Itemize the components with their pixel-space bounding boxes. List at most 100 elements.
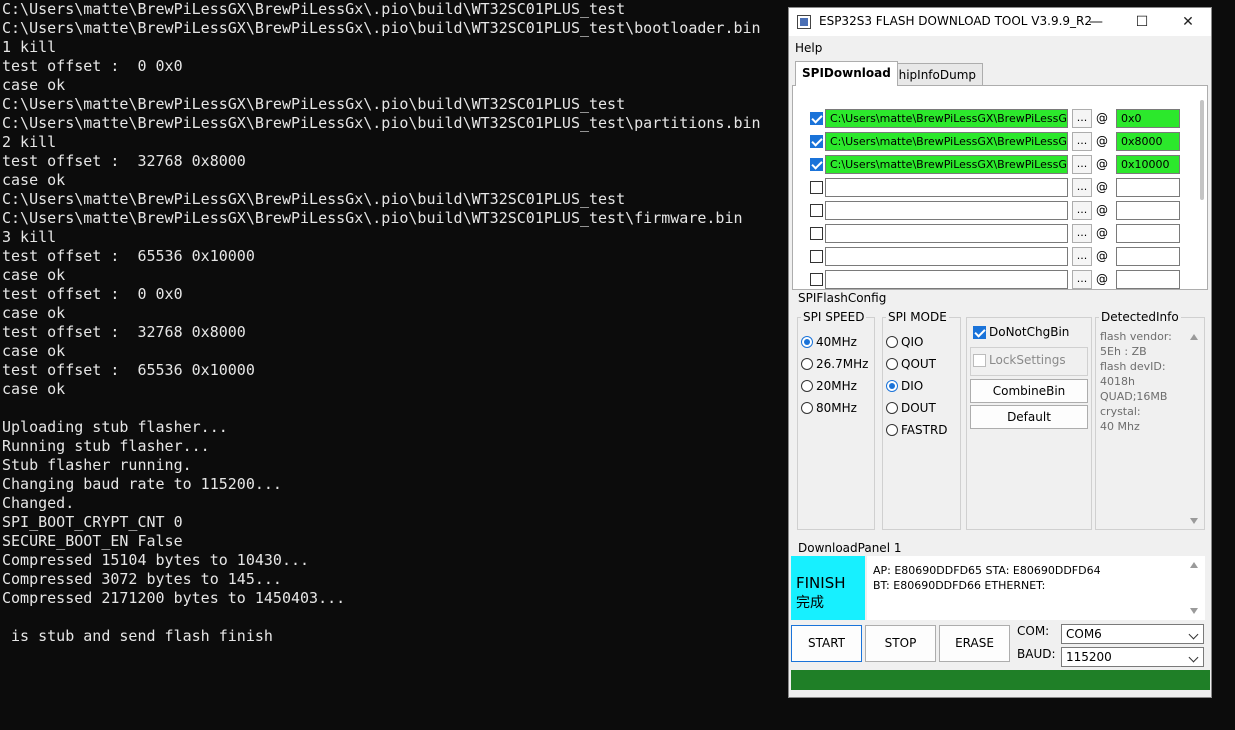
console-line: Changed. <box>2 494 75 512</box>
scroll-up-icon[interactable] <box>1190 334 1198 340</box>
console-line: test offset : 32768 0x8000 <box>2 323 246 341</box>
file-address-input[interactable]: 0x10000 <box>1116 155 1180 174</box>
spi-mode-radio[interactable] <box>886 402 898 414</box>
stop-button[interactable]: STOP <box>865 625 936 662</box>
baud-select[interactable]: 115200 <box>1061 647 1204 667</box>
file-row: ... @ <box>793 269 1193 290</box>
spi-mode-radio[interactable] <box>886 380 898 392</box>
minimize-icon[interactable]: — <box>1073 8 1119 36</box>
spi-mode-radio[interactable] <box>886 336 898 348</box>
com-select[interactable]: COM6 <box>1061 624 1204 644</box>
spi-speed-radio[interactable] <box>801 402 813 414</box>
file-address-input[interactable] <box>1116 247 1180 266</box>
scroll-up-icon[interactable] <box>1190 562 1198 568</box>
file-address-input[interactable]: 0x0 <box>1116 109 1180 128</box>
menu-bar: Help <box>789 38 1211 58</box>
window-title: ESP32S3 FLASH DOWNLOAD TOOL V3.9.9_R2 <box>819 14 1093 28</box>
file-enable-checkbox[interactable] <box>810 273 823 286</box>
detectedinfo-label: DetectedInfo <box>1099 310 1181 324</box>
detectedinfo-scrollbar[interactable] <box>1186 328 1202 530</box>
close-icon[interactable]: ✕ <box>1165 8 1211 36</box>
file-path-input[interactable] <box>825 247 1068 266</box>
console-line: case ok <box>2 304 66 322</box>
file-enable-checkbox[interactable] <box>810 227 823 240</box>
erase-button[interactable]: ERASE <box>939 625 1010 662</box>
spi-speed-option-label: 20MHz <box>816 379 857 393</box>
file-path-input[interactable]: C:\Users\matte\BrewPiLessGX\BrewPiLessGx… <box>825 155 1068 174</box>
file-path-input[interactable]: C:\Users\matte\BrewPiLessGX\BrewPiLessGx… <box>825 132 1068 151</box>
spi-mode-option-label: DOUT <box>901 401 936 415</box>
flash-tool-window: ESP32S3 FLASH DOWNLOAD TOOL V3.9.9_R2 — … <box>788 7 1212 698</box>
donotchgbin-checkbox[interactable] <box>973 326 986 339</box>
file-enable-checkbox[interactable] <box>810 135 823 148</box>
detectedinfo-line: 40 Mhz <box>1100 420 1140 433</box>
detectedinfo-line: crystal: <box>1100 405 1141 418</box>
spi-speed-radio[interactable] <box>801 358 813 370</box>
console-line: Stub flasher running. <box>2 456 192 474</box>
file-path-input[interactable] <box>825 270 1068 289</box>
browse-button[interactable]: ... <box>1072 247 1092 266</box>
file-address-input[interactable] <box>1116 224 1180 243</box>
file-address-input[interactable] <box>1116 270 1180 289</box>
file-path-input[interactable]: C:\Users\matte\BrewPiLessGX\BrewPiLessGx… <box>825 109 1068 128</box>
detectedinfo-line: QUAD;16MB <box>1100 390 1168 403</box>
file-enable-checkbox[interactable] <box>810 112 823 125</box>
browse-button[interactable]: ... <box>1072 178 1092 197</box>
file-row: C:\Users\matte\BrewPiLessGX\BrewPiLessGx… <box>793 108 1193 129</box>
spi-speed-radio[interactable] <box>801 380 813 392</box>
at-label: @ <box>1096 272 1108 286</box>
spi-mode-option-label: DIO <box>901 379 924 393</box>
spi-speed-option-label: 40MHz <box>816 335 857 349</box>
title-bar[interactable]: ESP32S3 FLASH DOWNLOAD TOOL V3.9.9_R2 — … <box>789 8 1211 36</box>
detectedinfo-line: 4018h <box>1100 375 1135 388</box>
at-label: @ <box>1096 203 1108 217</box>
scroll-down-icon[interactable] <box>1190 608 1198 614</box>
console-line: is stub and send flash finish <box>2 627 273 645</box>
tab-spidownload[interactable]: SPIDownload <box>795 61 898 86</box>
info-scrollbar[interactable] <box>1189 558 1199 618</box>
file-address-input[interactable] <box>1116 178 1180 197</box>
file-enable-checkbox[interactable] <box>810 181 823 194</box>
file-enable-checkbox[interactable] <box>810 204 823 217</box>
browse-button[interactable]: ... <box>1072 270 1092 289</box>
browse-button[interactable]: ... <box>1072 132 1092 151</box>
browse-button[interactable]: ... <box>1072 224 1092 243</box>
console-line: C:\Users\matte\BrewPiLessGX\BrewPiLessGx… <box>2 19 761 37</box>
spi-mode-radio[interactable] <box>886 358 898 370</box>
file-address-input[interactable]: 0x8000 <box>1116 132 1180 151</box>
console-line: C:\Users\matte\BrewPiLessGX\BrewPiLessGx… <box>2 95 626 113</box>
browse-button[interactable]: ... <box>1072 155 1092 174</box>
baud-label: BAUD: <box>1017 647 1056 661</box>
com-label: COM: <box>1017 624 1050 638</box>
info-line-1: AP: E80690DDFD65 STA: E80690DDFD64 <box>873 564 1101 577</box>
file-path-input[interactable] <box>825 224 1068 243</box>
tab-chipinfodump[interactable]: chipInfoDump <box>885 63 984 86</box>
file-row: ... @ <box>793 223 1193 244</box>
menu-help[interactable]: Help <box>795 41 822 55</box>
detectedinfo-text: flash vendor: 5Eh : ZB flash devID: 4018h QU… <box>1100 329 1182 434</box>
file-path-input[interactable] <box>825 201 1068 220</box>
console-line: test offset : 65536 0x10000 <box>2 247 255 265</box>
file-enable-checkbox[interactable] <box>810 158 823 171</box>
file-address-input[interactable] <box>1116 201 1180 220</box>
start-button[interactable]: START <box>791 625 862 662</box>
console-line: SPI_BOOT_CRYPT_CNT 0 <box>2 513 183 531</box>
scroll-down-icon[interactable] <box>1190 518 1198 524</box>
console-line: Changing baud rate to 115200... <box>2 475 282 493</box>
spi-speed-option-label: 26.7MHz <box>816 357 869 371</box>
file-path-input[interactable] <box>825 178 1068 197</box>
file-enable-checkbox[interactable] <box>810 250 823 263</box>
browse-button[interactable]: ... <box>1072 109 1092 128</box>
console-line: 3 kill <box>2 228 57 246</box>
locksettings-checkbox[interactable] <box>973 354 986 367</box>
baud-value: 115200 <box>1066 650 1112 664</box>
default-button[interactable]: Default <box>970 405 1088 429</box>
file-list-scrollbar[interactable] <box>1200 100 1204 200</box>
combinebin-button[interactable]: CombineBin <box>970 379 1088 403</box>
file-row: C:\Users\matte\BrewPiLessGX\BrewPiLessGx… <box>793 131 1193 152</box>
maximize-icon[interactable]: ☐ <box>1119 8 1165 36</box>
browse-button[interactable]: ... <box>1072 201 1092 220</box>
spi-mode-radio[interactable] <box>886 424 898 436</box>
spi-speed-radio[interactable] <box>801 336 813 348</box>
downloadpanel-label: DownloadPanel 1 <box>796 541 904 555</box>
